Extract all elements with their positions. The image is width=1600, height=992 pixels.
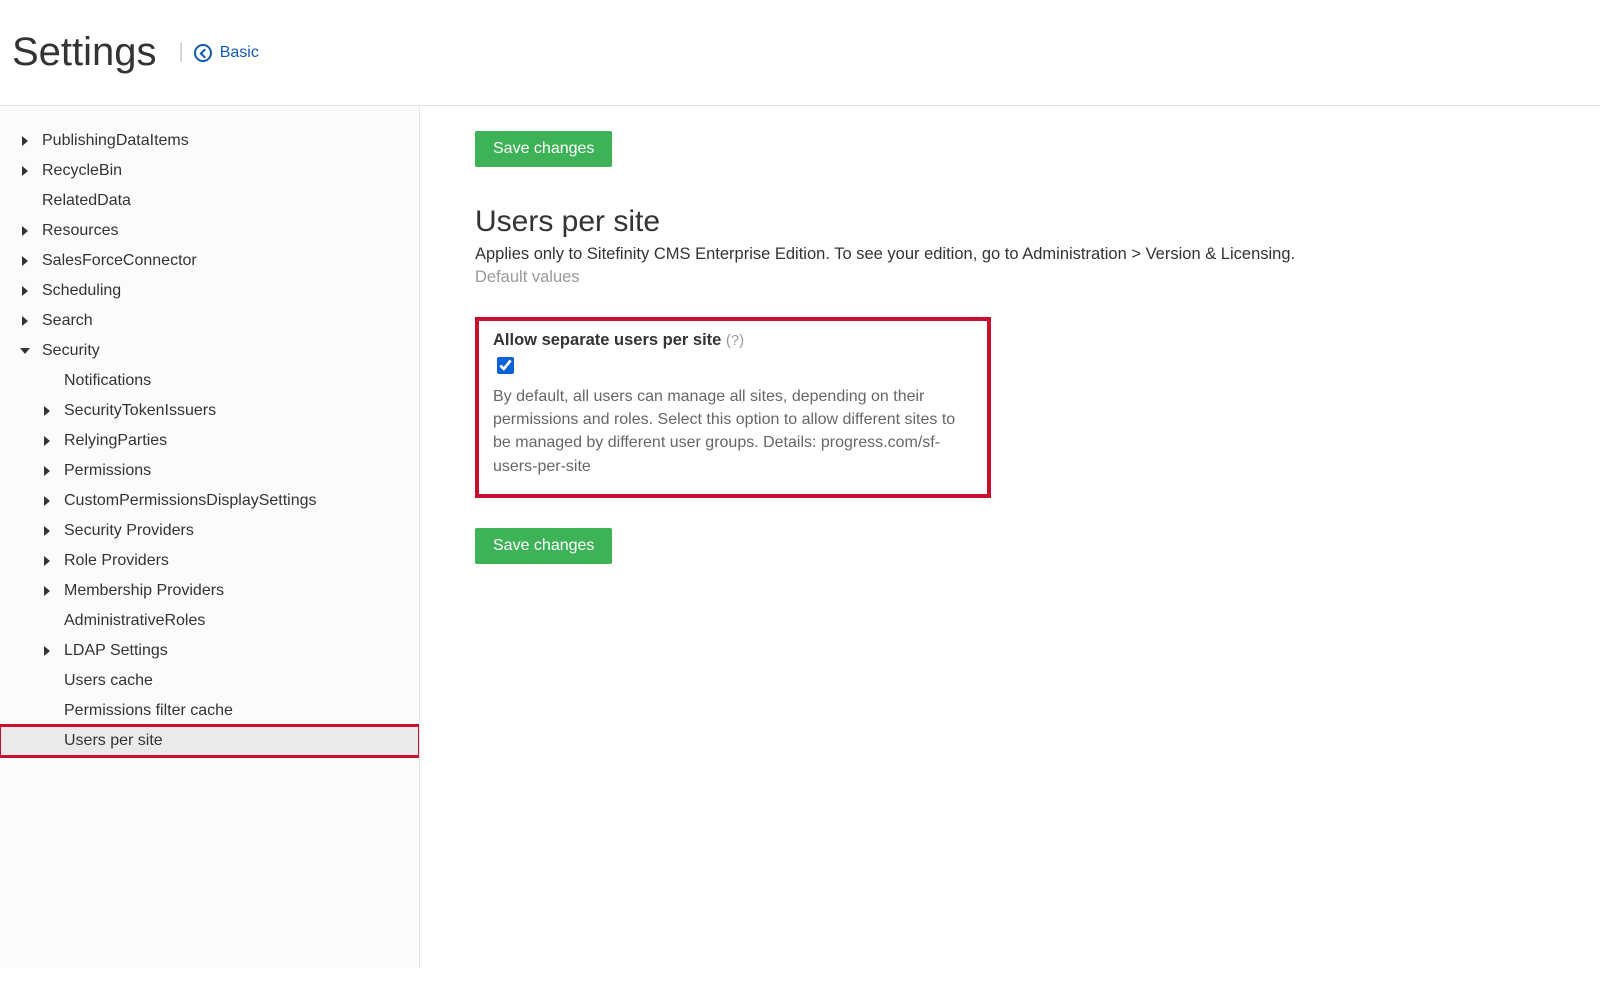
tree-item-label: Users per site bbox=[64, 732, 163, 750]
settings-sidebar: PublishingDataItems RecycleBin RelatedData… bbox=[0, 106, 420, 968]
main-content: Save changes Users per site Applies only… bbox=[420, 106, 1600, 968]
separator: | bbox=[179, 41, 184, 64]
chevron-right-icon[interactable] bbox=[44, 406, 54, 416]
tree-item-relateddata[interactable]: RelatedData bbox=[0, 186, 419, 216]
chevron-right-icon[interactable] bbox=[44, 526, 54, 536]
chevron-right-icon[interactable] bbox=[44, 646, 54, 656]
tree-item-label: Search bbox=[42, 312, 93, 330]
chevron-right-icon[interactable] bbox=[44, 496, 54, 506]
chevron-right-icon[interactable] bbox=[22, 256, 32, 266]
tree-item-label: Security bbox=[42, 342, 100, 360]
tree-item-label: Role Providers bbox=[64, 552, 169, 570]
tree-item-label: RelyingParties bbox=[64, 432, 167, 450]
tree-item-ldap-settings[interactable]: LDAP Settings bbox=[0, 636, 419, 666]
setting-allow-separate-users: Allow separate users per site (?) By def… bbox=[475, 317, 991, 498]
page-title: Settings bbox=[12, 30, 157, 75]
tree-item-administrativeroles[interactable]: AdministrativeRoles bbox=[0, 606, 419, 636]
section-heading: Users per site bbox=[475, 205, 1545, 239]
allow-separate-checkbox[interactable] bbox=[497, 357, 514, 374]
save-button-top[interactable]: Save changes bbox=[475, 131, 612, 167]
chevron-right-icon[interactable] bbox=[22, 166, 32, 176]
tree-item-label: PublishingDataItems bbox=[42, 132, 189, 150]
tree-item-label: Notifications bbox=[64, 372, 151, 390]
tree-item-relyingparties[interactable]: RelyingParties bbox=[0, 426, 419, 456]
default-values-label: Default values bbox=[475, 268, 1545, 287]
tree-item-label: Users cache bbox=[64, 672, 153, 690]
chevron-right-icon[interactable] bbox=[22, 286, 32, 296]
tree-item-notifications[interactable]: Notifications bbox=[0, 366, 419, 396]
chevron-right-icon[interactable] bbox=[44, 466, 54, 476]
tree-item-label: AdministrativeRoles bbox=[64, 612, 205, 630]
tree-item-label: Permissions bbox=[64, 462, 151, 480]
tree-item-resources[interactable]: Resources bbox=[0, 216, 419, 246]
chevron-down-icon[interactable] bbox=[22, 346, 32, 356]
tree-item-scheduling[interactable]: Scheduling bbox=[0, 276, 419, 306]
tree-item-security[interactable]: Security bbox=[0, 336, 419, 366]
tree-item-recyclebin[interactable]: RecycleBin bbox=[0, 156, 419, 186]
chevron-right-icon[interactable] bbox=[44, 556, 54, 566]
tree-item-label: SalesForceConnector bbox=[42, 252, 197, 270]
tree-item-label: RelatedData bbox=[42, 192, 131, 210]
setting-description: By default, all users can manage all sit… bbox=[493, 385, 973, 478]
tree-item-search[interactable]: Search bbox=[0, 306, 419, 336]
section-description: Applies only to Sitefinity CMS Enterpris… bbox=[475, 245, 1545, 264]
tree-item-label: LDAP Settings bbox=[64, 642, 168, 660]
tree-item-users-per-site[interactable]: Users per site bbox=[0, 726, 419, 756]
help-icon[interactable]: (?) bbox=[726, 332, 744, 349]
tree-item-label: Scheduling bbox=[42, 282, 121, 300]
tree-item-salesforceconnector[interactable]: SalesForceConnector bbox=[0, 246, 419, 276]
tree-item-label: Membership Providers bbox=[64, 582, 224, 600]
basic-link-label: Basic bbox=[220, 44, 259, 62]
tree-item-label: Resources bbox=[42, 222, 118, 240]
basic-link[interactable]: Basic bbox=[194, 44, 259, 62]
tree-item-membership-providers[interactable]: Membership Providers bbox=[0, 576, 419, 606]
tree-item-publishingdataitems[interactable]: PublishingDataItems bbox=[0, 126, 419, 156]
tree-item-label: Permissions filter cache bbox=[64, 702, 233, 720]
save-button-bottom[interactable]: Save changes bbox=[475, 528, 612, 564]
tree-item-permissions[interactable]: Permissions bbox=[0, 456, 419, 486]
tree-item-role-providers[interactable]: Role Providers bbox=[0, 546, 419, 576]
tree-item-label: CustomPermissionsDisplaySettings bbox=[64, 492, 317, 510]
settings-tree[interactable]: PublishingDataItems RecycleBin RelatedData… bbox=[0, 126, 419, 968]
chevron-right-icon[interactable] bbox=[44, 436, 54, 446]
tree-item-label: SecurityTokenIssuers bbox=[64, 402, 216, 420]
tree-item-users-cache[interactable]: Users cache bbox=[0, 666, 419, 696]
back-arrow-icon bbox=[194, 44, 212, 62]
tree-item-label: Security Providers bbox=[64, 522, 194, 540]
chevron-right-icon[interactable] bbox=[44, 586, 54, 596]
setting-title: Allow separate users per site bbox=[493, 331, 721, 349]
tree-item-securitytokenissuers[interactable]: SecurityTokenIssuers bbox=[0, 396, 419, 426]
tree-item-label: RecycleBin bbox=[42, 162, 122, 180]
chevron-right-icon[interactable] bbox=[22, 316, 32, 326]
tree-item-permissions-filter-cache[interactable]: Permissions filter cache bbox=[0, 696, 419, 726]
chevron-right-icon[interactable] bbox=[22, 226, 32, 236]
tree-item-custompermissionsdisplaysettings[interactable]: CustomPermissionsDisplaySettings bbox=[0, 486, 419, 516]
chevron-right-icon[interactable] bbox=[22, 136, 32, 146]
tree-item-security-providers[interactable]: Security Providers bbox=[0, 516, 419, 546]
page-header: Settings | Basic bbox=[0, 0, 1600, 106]
